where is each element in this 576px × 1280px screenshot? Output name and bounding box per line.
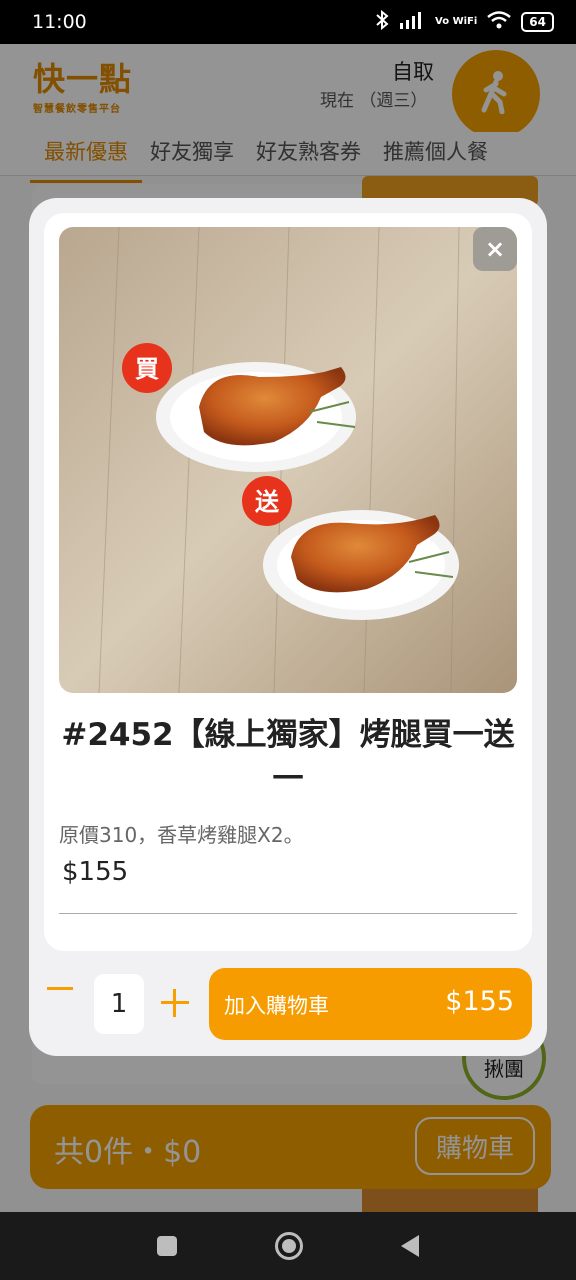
buy-badge: 買	[135, 355, 159, 383]
quantity-increase-button[interactable]	[161, 989, 189, 1017]
product-description: 原價310，香草烤雞腿X2。	[59, 823, 304, 847]
wifi-icon	[487, 11, 512, 33]
product-modal: 買 送 × #2452【線上獨家】烤腿買一送一 原價310，香草烤雞腿X2。 $…	[29, 198, 547, 1056]
product-detail-panel: 買 送 × #2452【線上獨家】烤腿買一送一 原價310，香草烤雞腿X2。 $…	[44, 213, 532, 951]
product-image: 買 送 ×	[59, 227, 517, 693]
quantity-decrease-button[interactable]	[45, 973, 75, 1003]
vowifi-label: Vo WiFi	[435, 16, 478, 27]
signal-icon	[399, 11, 425, 33]
recent-apps-icon[interactable]	[157, 1236, 177, 1256]
divider	[59, 913, 517, 914]
quantity-value[interactable]: 1	[94, 974, 144, 1034]
free-badge: 送	[255, 488, 279, 516]
home-icon[interactable]	[275, 1232, 303, 1260]
product-title: #2452【線上獨家】烤腿買一送一	[61, 717, 515, 797]
system-nav-bar	[0, 1212, 576, 1280]
close-icon: ×	[484, 235, 506, 263]
status-icons: Vo WiFi 64	[375, 9, 554, 34]
battery-icon: 64	[521, 12, 554, 32]
product-price: $155	[62, 857, 129, 887]
minus-icon	[47, 986, 73, 990]
add-to-cart-price: $155	[445, 986, 514, 1017]
close-button[interactable]: ×	[473, 227, 517, 271]
add-to-cart-button[interactable]: 加入購物車 $155	[209, 968, 532, 1040]
back-icon[interactable]	[401, 1235, 419, 1257]
add-to-cart-label: 加入購物車	[224, 994, 329, 1018]
status-bar: 11:00 Vo WiFi 64	[0, 0, 576, 44]
bluetooth-icon	[375, 9, 389, 34]
roast-chicken-leg-image	[59, 227, 517, 693]
status-time: 11:00	[32, 11, 87, 33]
